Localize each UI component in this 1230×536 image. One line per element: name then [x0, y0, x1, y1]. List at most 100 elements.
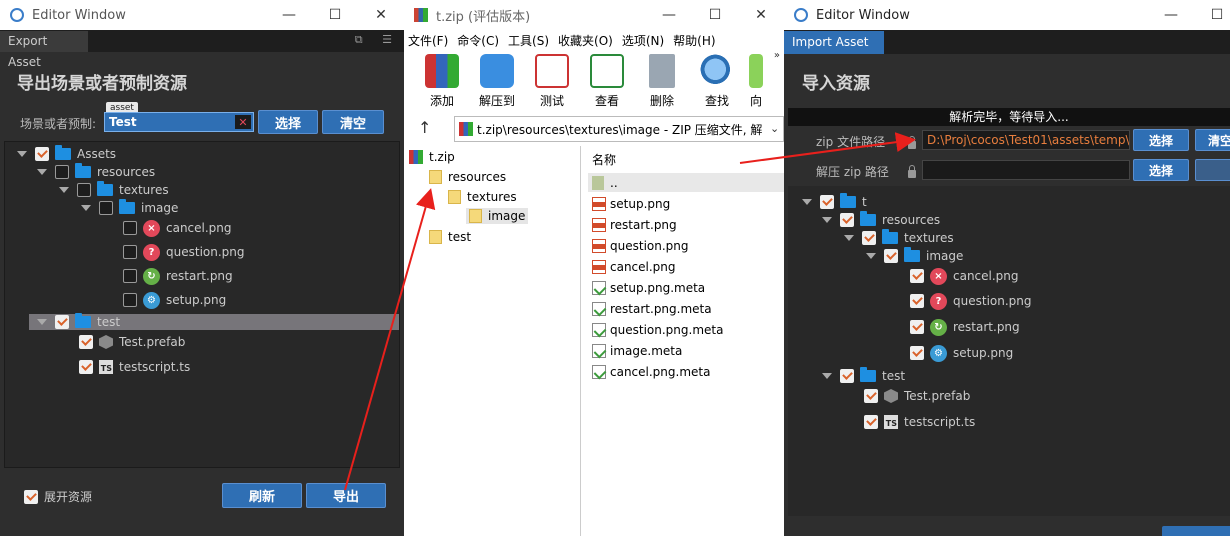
expand-arrow-icon[interactable]	[822, 373, 832, 379]
expand-arrow-icon[interactable]	[59, 187, 69, 193]
unzip-extra-button[interactable]	[1195, 159, 1230, 181]
rar-file-row[interactable]: question.png.meta	[592, 323, 723, 337]
export-tree-row[interactable]: ? question.png	[123, 242, 245, 262]
zip-select-button[interactable]: 选择	[1133, 129, 1189, 151]
import-tree-row[interactable]: t	[802, 192, 867, 212]
import-tree-row[interactable]: × cancel.png	[910, 266, 1019, 286]
tree-textures[interactable]: textures	[448, 190, 517, 204]
rar-file-row[interactable]: restart.png.meta	[592, 302, 712, 316]
expand-arrow-icon[interactable]	[844, 235, 854, 241]
expand-arrow-icon[interactable]	[81, 205, 91, 211]
menu-favorites[interactable]: 收藏夹(O)	[558, 32, 613, 49]
tool-add[interactable]: 添加	[418, 54, 466, 109]
expand-arrow-icon[interactable]	[37, 319, 47, 325]
export-tree-row[interactable]: ↻ restart.png	[123, 266, 233, 286]
rar-file-row[interactable]: setup.png.meta	[592, 281, 705, 295]
menu-help[interactable]: 帮助(H)	[673, 32, 715, 49]
export-tree-row[interactable]: TS testscript.ts	[79, 357, 190, 377]
tree-zip-root[interactable]: t.zip	[409, 150, 455, 164]
tree-resources[interactable]: resources	[429, 170, 506, 184]
select-button[interactable]: 选择	[258, 110, 318, 134]
expand-arrow-icon[interactable]	[866, 253, 876, 259]
export-tree-row[interactable]: test	[37, 312, 120, 332]
rar-minimize-button[interactable]: —	[646, 0, 692, 30]
export-tree-row[interactable]: image	[81, 198, 178, 218]
import-button-partial[interactable]	[1162, 526, 1230, 536]
rar-file-row[interactable]: image.meta	[592, 344, 682, 358]
tree-checkbox[interactable]	[840, 369, 854, 383]
rar-file-row[interactable]: setup.png	[592, 197, 670, 211]
export-tree-row[interactable]: textures	[59, 180, 169, 200]
import-tree-row[interactable]: resources	[822, 210, 940, 230]
clear-button[interactable]: 清空	[322, 110, 384, 134]
import-tree-row[interactable]: textures	[844, 228, 954, 248]
tool-view[interactable]: 查看	[583, 54, 631, 109]
rar-file-row[interactable]: cancel.png	[592, 260, 676, 274]
refresh-button[interactable]: 刷新	[222, 483, 302, 508]
path-dropdown-icon[interactable]: ⌄	[770, 122, 779, 135]
tree-checkbox[interactable]	[99, 201, 113, 215]
expand-arrow-icon[interactable]	[37, 169, 47, 175]
up-arrow-icon[interactable]: ↑	[418, 118, 431, 137]
tree-checkbox[interactable]	[79, 335, 93, 349]
parent-dir-row[interactable]: ..	[588, 173, 784, 192]
export-tree-row[interactable]: Assets	[17, 144, 116, 164]
zip-path-field[interactable]: D:\Proj\cocos\Test01\assets\temp\t	[922, 130, 1130, 150]
scene-field[interactable]: Test ✕	[104, 112, 254, 132]
menu-options[interactable]: 选项(N)	[622, 32, 664, 49]
tree-checkbox[interactable]	[884, 249, 898, 263]
tab-menu-icon[interactable]: ⧉ ☰	[355, 33, 400, 47]
right-minimize-button[interactable]: —	[1148, 0, 1194, 30]
tree-checkbox[interactable]	[910, 269, 924, 283]
export-button[interactable]: 导出	[306, 483, 386, 508]
rar-close-button[interactable]: ✕	[738, 0, 784, 30]
column-header-name[interactable]: 名称	[592, 151, 616, 168]
tree-checkbox[interactable]	[820, 195, 834, 209]
tree-checkbox[interactable]	[55, 315, 69, 329]
import-tree-row[interactable]: ↻ restart.png	[910, 317, 1020, 337]
expand-arrow-icon[interactable]	[802, 199, 812, 205]
right-maximize-button[interactable]: ☐	[1194, 0, 1230, 30]
tree-checkbox[interactable]	[77, 183, 91, 197]
zip-clear-button[interactable]: 清空	[1195, 129, 1230, 151]
close-button[interactable]: ✕	[358, 0, 404, 30]
rar-file-row[interactable]: cancel.png.meta	[592, 365, 710, 379]
expand-assets-checkbox[interactable]	[24, 489, 38, 504]
import-tree-row[interactable]: ? question.png	[910, 291, 1032, 311]
toolbar-more-icon[interactable]: »	[774, 50, 780, 61]
unzip-path-field[interactable]	[922, 160, 1130, 180]
tree-checkbox[interactable]	[35, 147, 49, 161]
tree-checkbox[interactable]	[910, 320, 924, 334]
rar-maximize-button[interactable]: ☐	[692, 0, 738, 30]
tool-find[interactable]: 查找	[693, 54, 741, 109]
rar-file-row[interactable]: question.png	[592, 239, 689, 253]
import-tree-row[interactable]: ⚙ setup.png	[910, 343, 1013, 363]
tree-checkbox[interactable]	[864, 415, 878, 429]
tree-checkbox[interactable]	[123, 221, 137, 235]
tree-checkbox[interactable]	[55, 165, 69, 179]
rar-file-row[interactable]: restart.png	[592, 218, 677, 232]
import-tree-row[interactable]: TS testscript.ts	[864, 412, 975, 432]
tab-export-asset[interactable]: Export Asset	[0, 31, 88, 69]
tree-checkbox[interactable]	[840, 213, 854, 227]
export-tree-row[interactable]: ⚙ setup.png	[123, 290, 226, 310]
tree-checkbox[interactable]	[910, 294, 924, 308]
tab-import-asset[interactable]: Import Asset	[784, 31, 884, 54]
tree-checkbox[interactable]	[79, 360, 93, 374]
tree-image[interactable]: image	[466, 208, 529, 224]
tree-checkbox[interactable]	[123, 269, 137, 283]
rar-path-bar[interactable]: t.zip\resources\textures\image - ZIP 压缩文…	[454, 116, 784, 142]
menu-commands[interactable]: 命令(C)	[457, 32, 499, 49]
clear-field-icon[interactable]: ✕	[235, 115, 251, 129]
maximize-button[interactable]: ☐	[312, 0, 358, 30]
minimize-button[interactable]: —	[266, 0, 312, 30]
tool-wizard[interactable]: 向	[746, 54, 766, 109]
tree-checkbox[interactable]	[864, 389, 878, 403]
tool-extract[interactable]: 解压到	[473, 54, 521, 109]
tree-test[interactable]: test	[429, 230, 471, 244]
expand-assets-checkbox-row[interactable]: 展开资源	[24, 488, 92, 505]
unzip-select-button[interactable]: 选择	[1133, 159, 1189, 181]
import-tree-row[interactable]: test	[822, 366, 905, 386]
export-tree-row[interactable]: × cancel.png	[123, 218, 232, 238]
tool-delete[interactable]: 删除	[638, 54, 686, 109]
